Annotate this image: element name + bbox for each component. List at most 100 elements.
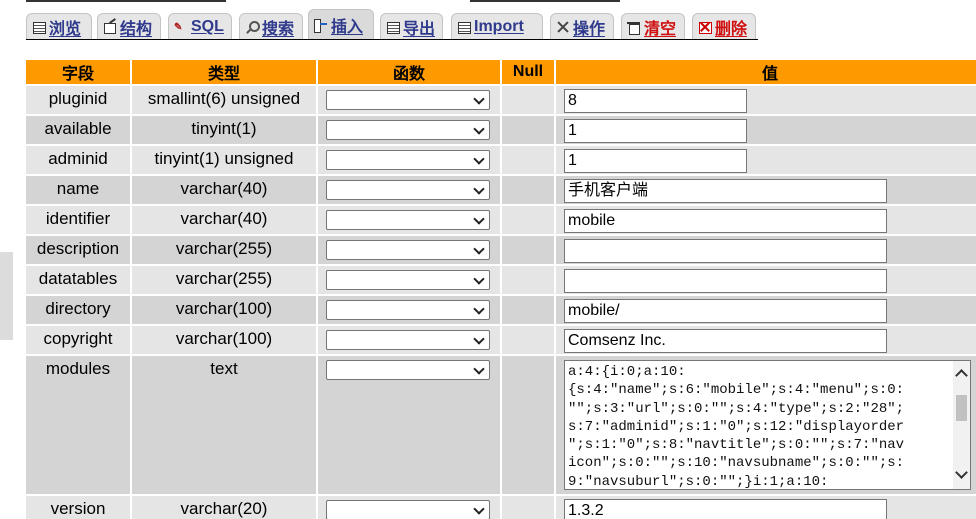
drop-icon <box>698 20 712 34</box>
export-icon <box>386 20 400 34</box>
value-input-datatables[interactable] <box>564 269 887 293</box>
field-type: varchar(20) <box>132 496 316 519</box>
tab-search[interactable]: 搜索 <box>239 13 303 39</box>
function-select[interactable] <box>326 120 490 140</box>
null-cell <box>502 296 554 324</box>
table-row: name varchar(40) 手机客户端 <box>26 176 976 204</box>
tab-label: 结构 <box>120 20 153 38</box>
tab-label: 搜索 <box>262 20 295 38</box>
null-cell <box>502 236 554 264</box>
tab-browse[interactable]: 浏览 <box>26 13 92 39</box>
function-select[interactable] <box>326 240 490 260</box>
column-header-function: 函数 <box>318 60 500 84</box>
column-header-value: 值 <box>556 60 976 84</box>
tab-sql[interactable]: ✎ SQL <box>168 13 232 39</box>
function-select[interactable] <box>326 270 490 290</box>
column-header-null: Null <box>502 60 554 84</box>
insert-icon <box>314 18 328 33</box>
value-input-version[interactable]: 1.3.2 <box>564 499 887 519</box>
null-cell <box>502 266 554 294</box>
tab-insert[interactable]: 插入 <box>308 9 374 39</box>
table-row: adminid tinyint(1) unsigned 1 <box>26 146 976 174</box>
import-icon <box>457 20 471 34</box>
value-input-directory[interactable]: mobile/ <box>564 299 887 323</box>
table-row: datatables varchar(255) <box>26 266 976 294</box>
value-input-adminid[interactable]: 1 <box>564 149 747 173</box>
table-row: pluginid smallint(6) unsigned 8 <box>26 86 976 114</box>
function-select[interactable] <box>326 330 490 350</box>
null-cell <box>502 206 554 234</box>
value-input-available[interactable]: 1 <box>564 119 747 143</box>
table-row: modules text a:4:{i:0;a:10: {s:4:"name";s:… <box>26 356 976 494</box>
tab-bar-baseline <box>26 39 758 40</box>
field-type: varchar(100) <box>132 296 316 324</box>
function-select[interactable] <box>326 300 490 320</box>
field-type: varchar(40) <box>132 206 316 234</box>
table-header-row: 字段 类型 函数 Null 值 <box>26 60 976 84</box>
field-type: varchar(100) <box>132 326 316 354</box>
null-cell <box>502 176 554 204</box>
field-type: varchar(255) <box>132 236 316 264</box>
scroll-down-icon[interactable] <box>955 466 968 479</box>
value-textarea[interactable]: a:4:{i:0;a:10: {s:4:"name";s:6:"mobile";… <box>564 360 971 490</box>
table-row: available tinyint(1) 1 <box>26 116 976 144</box>
value-cell: 1 <box>556 146 976 174</box>
function-select[interactable] <box>326 180 490 200</box>
function-select[interactable] <box>326 90 490 110</box>
function-select[interactable] <box>326 500 490 519</box>
top-clipped-edge <box>0 0 976 4</box>
field-name: name <box>26 176 130 204</box>
textarea-scrollbar[interactable] <box>953 361 970 489</box>
table-row: identifier varchar(40) mobile <box>26 206 976 234</box>
tab-structure[interactable]: 结构 <box>97 13 161 39</box>
tab-operations[interactable]: 操作 <box>550 13 614 39</box>
field-name: version <box>26 496 130 519</box>
field-name: pluginid <box>26 86 130 114</box>
tab-empty[interactable]: 清空 <box>621 13 685 39</box>
value-input-name[interactable]: 手机客户端 <box>564 179 887 203</box>
tab-label: 浏览 <box>49 20 82 38</box>
operations-icon <box>556 20 570 34</box>
tab-import[interactable]: Import <box>451 13 543 39</box>
tab-label: 清空 <box>644 20 677 38</box>
function-cell <box>318 176 500 204</box>
sql-icon: ✎ <box>174 21 183 33</box>
value-cell: Comsenz Inc. <box>556 326 976 354</box>
tab-label: 导出 <box>403 20 436 38</box>
field-type: varchar(255) <box>132 266 316 294</box>
value-input-copyright[interactable]: Comsenz Inc. <box>564 329 887 353</box>
function-select[interactable] <box>326 210 490 230</box>
function-select[interactable] <box>326 150 490 170</box>
field-name: datatables <box>26 266 130 294</box>
value-cell: 手机客户端 <box>556 176 976 204</box>
value-input-pluginid[interactable]: 8 <box>564 89 747 113</box>
value-input-identifier[interactable]: mobile <box>564 209 887 233</box>
field-type: tinyint(1) unsigned <box>132 146 316 174</box>
value-input-description[interactable] <box>564 239 887 263</box>
scroll-up-icon[interactable] <box>955 369 968 382</box>
null-cell <box>502 116 554 144</box>
table-row: directory varchar(100) mobile/ <box>26 296 976 324</box>
null-cell <box>502 86 554 114</box>
function-cell <box>318 116 500 144</box>
field-type: text <box>132 356 316 494</box>
field-name: copyright <box>26 326 130 354</box>
scroll-thumb[interactable] <box>956 395 967 421</box>
value-cell <box>556 236 976 264</box>
field-name: directory <box>26 296 130 324</box>
field-type: smallint(6) unsigned <box>132 86 316 114</box>
function-cell <box>318 266 500 294</box>
function-cell <box>318 146 500 174</box>
function-cell <box>318 206 500 234</box>
empty-icon <box>627 20 641 35</box>
field-type: tinyint(1) <box>132 116 316 144</box>
tab-drop[interactable]: 删除 <box>692 13 756 39</box>
value-cell: a:4:{i:0;a:10: {s:4:"name";s:6:"mobile";… <box>556 356 976 494</box>
insert-page: 浏览 结构 ✎ SQL 搜索 插入 导出 Import 操作 清空 删除 字段 类型 函数 Null… <box>0 0 976 519</box>
function-select[interactable] <box>326 360 490 380</box>
field-type: varchar(40) <box>132 176 316 204</box>
function-cell <box>318 296 500 324</box>
insert-form-table: 字段 类型 函数 Null 值 pluginid smallint(6) unsi… <box>24 58 976 519</box>
tab-export[interactable]: 导出 <box>380 13 443 39</box>
function-cell <box>318 496 500 519</box>
